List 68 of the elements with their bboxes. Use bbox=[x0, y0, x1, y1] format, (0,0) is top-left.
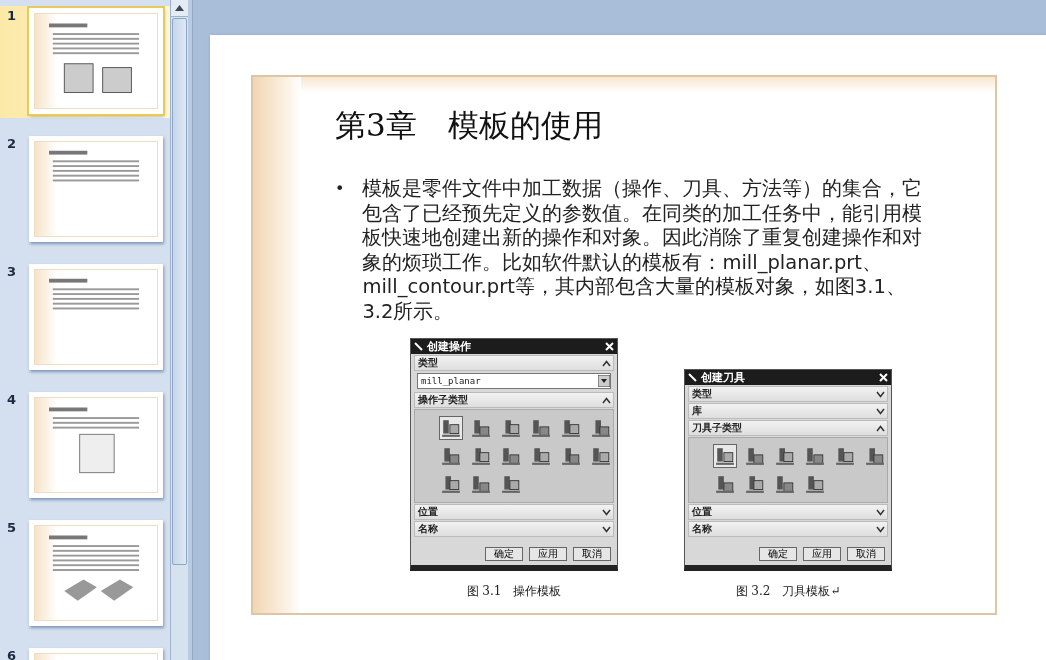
section-header[interactable]: 位置 bbox=[688, 504, 888, 520]
chevron-up-icon[interactable] bbox=[602, 396, 611, 404]
figure-caption: 图 3.1 操作模板 bbox=[466, 583, 562, 600]
bullet-text: 模板是零件文件中加工数据（操作、刀具、方法等）的集合，它包含了已经预先定义的参数值。在同类的加工任务中，能引用模板快速地创建出新的操作和对象。因此消除了重复创建操作和对象的烦琐工作。比如软件默认的模板有：mill_planar.prt、mill_contour.prt等，其内部包含大量的模板对象，如图3.1、3.2所示。 bbox=[362, 177, 924, 324]
slide-thumbnail-row[interactable]: 5 bbox=[0, 518, 170, 630]
chevron-down-icon[interactable] bbox=[602, 525, 611, 533]
pencil-icon bbox=[414, 342, 423, 351]
close-icon[interactable] bbox=[879, 373, 888, 382]
dropdown-field[interactable]: mill_planar bbox=[417, 373, 611, 389]
pencil-icon bbox=[688, 373, 697, 382]
slide-thumbnail[interactable] bbox=[29, 264, 163, 370]
section-header[interactable]: 库 bbox=[688, 403, 888, 419]
section-header[interactable]: 类型 bbox=[688, 386, 888, 402]
dialog-button[interactable]: 确定 bbox=[759, 547, 797, 561]
dropdown-arrow-icon[interactable] bbox=[598, 375, 610, 387]
section-label: 操作子类型 bbox=[418, 393, 468, 407]
slide-number: 1 bbox=[6, 8, 18, 23]
dialog-button[interactable]: 应用 bbox=[803, 547, 841, 561]
chevron-up-icon[interactable] bbox=[602, 359, 611, 367]
slide-thumbnail-row[interactable]: 6 bbox=[0, 646, 170, 660]
dialog-button[interactable]: 取消 bbox=[847, 547, 885, 561]
section-header[interactable]: 名称 bbox=[688, 521, 888, 537]
section-label: 名称 bbox=[692, 522, 712, 536]
chevron-down-icon[interactable] bbox=[876, 525, 885, 533]
section-header[interactable]: 刀具子类型 bbox=[688, 420, 888, 436]
chevron-down-icon[interactable] bbox=[876, 390, 885, 398]
tool-icon[interactable] bbox=[439, 416, 463, 440]
slide-thumbnail[interactable] bbox=[29, 136, 163, 242]
dialog-title: 创建操作 bbox=[427, 339, 472, 354]
chevron-down-icon[interactable] bbox=[602, 508, 611, 516]
slide-thumbnail-row[interactable]: 2 bbox=[0, 134, 170, 246]
chevron-up-icon[interactable] bbox=[876, 424, 885, 432]
section-label: 类型 bbox=[418, 356, 438, 370]
slide-thumbnail-row[interactable]: 4 bbox=[0, 390, 170, 502]
section-header[interactable]: 类型 bbox=[414, 355, 614, 371]
slide-title: 第3章 模板的使用 bbox=[335, 106, 604, 145]
scrollbar[interactable] bbox=[170, 0, 188, 660]
dialog-title: 创建刀具 bbox=[701, 370, 746, 385]
slide-number: 6 bbox=[6, 648, 18, 660]
bullet-mark: • bbox=[335, 178, 345, 200]
section-label: 刀具子类型 bbox=[692, 421, 742, 435]
section-header[interactable]: 名称 bbox=[414, 521, 614, 537]
slide-number: 5 bbox=[6, 520, 18, 535]
close-icon[interactable] bbox=[605, 342, 614, 351]
chevron-down-icon[interactable] bbox=[876, 407, 885, 415]
scroll-thumb[interactable] bbox=[172, 18, 187, 565]
section-label: 位置 bbox=[692, 505, 712, 519]
figure-caption: 图 3.2 刀具模板↵ bbox=[735, 583, 841, 600]
section-header[interactable]: 操作子类型 bbox=[414, 392, 614, 408]
slide-number: 4 bbox=[6, 392, 18, 407]
section-label: 库 bbox=[692, 404, 702, 418]
slide-thumbnail[interactable] bbox=[29, 520, 163, 626]
section-label: 名称 bbox=[418, 522, 438, 536]
section-header[interactable]: 位置 bbox=[414, 504, 614, 520]
dialog-button[interactable]: 取消 bbox=[573, 547, 611, 561]
section-label: 位置 bbox=[418, 505, 438, 519]
dialog-button[interactable]: 应用 bbox=[529, 547, 567, 561]
slide-thumbnail[interactable] bbox=[29, 8, 163, 114]
scroll-up-icon[interactable] bbox=[175, 5, 184, 11]
section-label: 类型 bbox=[692, 387, 712, 401]
chevron-down-icon[interactable] bbox=[876, 508, 885, 516]
slide-thumbnail-row[interactable]: 1 bbox=[0, 6, 170, 118]
slide-number: 3 bbox=[6, 264, 18, 279]
slide-number: 2 bbox=[6, 136, 18, 151]
dialog-button[interactable]: 确定 bbox=[485, 547, 523, 561]
tool-icon[interactable] bbox=[713, 444, 737, 468]
slide-thumbnail-row[interactable]: 3 bbox=[0, 262, 170, 374]
slide-thumbnail[interactable] bbox=[29, 392, 163, 498]
